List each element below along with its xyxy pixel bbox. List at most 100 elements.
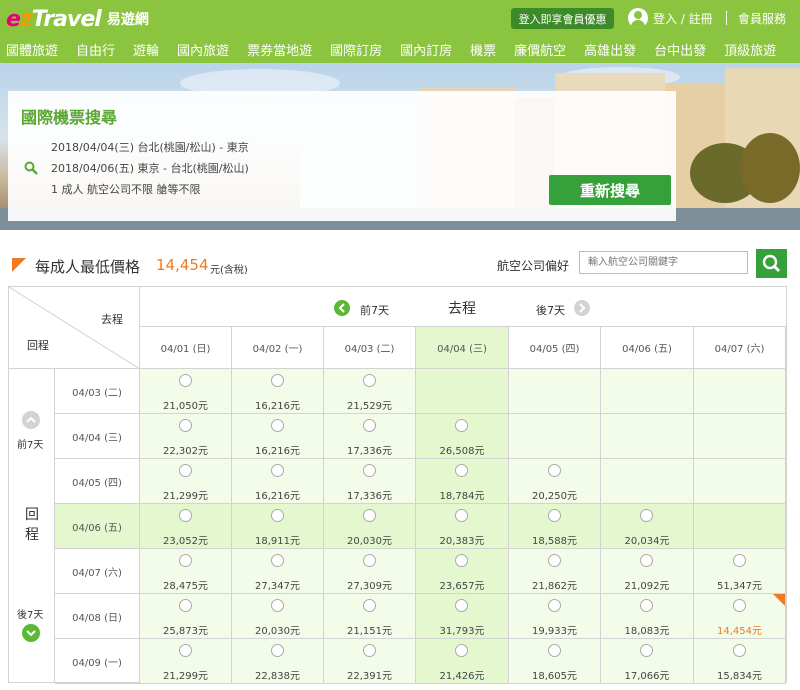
fare-radio[interactable]: [455, 419, 468, 432]
nav-item-flights[interactable]: 機票: [470, 40, 496, 59]
nav-item-independent[interactable]: 自由行: [76, 40, 115, 59]
nav-item-taichung[interactable]: 台中出發: [654, 40, 706, 59]
nav-item-tickets[interactable]: 票券當地遊: [247, 40, 312, 59]
fare-cell[interactable]: 23,657元: [416, 549, 509, 594]
fare-radio[interactable]: [362, 419, 376, 432]
fare-radio[interactable]: [270, 464, 284, 477]
fare-radio[interactable]: [640, 644, 653, 657]
fare-cell[interactable]: 20,034元: [601, 504, 694, 549]
fare-cell[interactable]: 15,834元: [694, 639, 786, 684]
nav-item-domestic-tour[interactable]: 國內旅遊: [177, 40, 229, 59]
fare-cell[interactable]: 20,030元: [324, 504, 416, 549]
fare-radio[interactable]: [732, 644, 746, 657]
fare-cell[interactable]: 21,529元: [324, 369, 416, 414]
ez-travel-logo[interactable]: ezTravel 易遊網: [6, 5, 149, 33]
fare-radio[interactable]: [178, 599, 192, 612]
fare-radio[interactable]: [270, 599, 284, 612]
fare-radio[interactable]: [270, 644, 284, 657]
fare-radio[interactable]: [362, 554, 376, 567]
next-7-days-button[interactable]: [574, 300, 590, 316]
member-offer-button[interactable]: 登入即享會員優惠: [511, 8, 614, 29]
fare-radio[interactable]: [362, 464, 376, 477]
fare-cell[interactable]: 21,862元: [509, 549, 601, 594]
fare-cell[interactable]: 18,784元: [416, 459, 509, 504]
fare-radio[interactable]: [547, 644, 561, 657]
fare-radio[interactable]: [178, 419, 192, 432]
fare-cell[interactable]: 17,336元: [324, 414, 416, 459]
fare-radio[interactable]: [455, 644, 468, 657]
fare-cell[interactable]: 21,050元: [140, 369, 232, 414]
fare-radio[interactable]: [362, 644, 376, 657]
prev-7-days-button[interactable]: [334, 300, 350, 316]
fare-radio[interactable]: [270, 374, 284, 387]
fare-radio[interactable]: [732, 599, 746, 612]
fare-cell[interactable]: 21,426元: [416, 639, 509, 684]
fare-cell[interactable]: 23,052元: [140, 504, 232, 549]
fare-cell[interactable]: 21,299元: [140, 639, 232, 684]
fare-radio[interactable]: [547, 599, 561, 612]
fare-cell[interactable]: 20,250元: [509, 459, 601, 504]
airline-search-button[interactable]: [756, 249, 787, 278]
fare-cell[interactable]: 27,347元: [232, 549, 324, 594]
fare-radio[interactable]: [640, 554, 653, 567]
fare-cell[interactable]: 17,336元: [324, 459, 416, 504]
fare-radio[interactable]: [547, 464, 561, 477]
fare-cell[interactable]: 22,391元: [324, 639, 416, 684]
fare-radio[interactable]: [270, 554, 284, 567]
fare-radio[interactable]: [547, 509, 561, 522]
airline-search-input[interactable]: [579, 251, 748, 274]
fare-cell[interactable]: 16,216元: [232, 414, 324, 459]
fare-radio[interactable]: [547, 554, 561, 567]
nav-item-intl-hotel[interactable]: 國際訂房: [330, 40, 382, 59]
member-service-link[interactable]: 會員服務: [738, 10, 786, 27]
nav-item-kaohsiung[interactable]: 高雄出發: [584, 40, 636, 59]
fare-cell[interactable]: 21,151元: [324, 594, 416, 639]
fare-cell[interactable]: 17,066元: [601, 639, 694, 684]
fare-cell[interactable]: 27,309元: [324, 549, 416, 594]
fare-radio[interactable]: [455, 554, 468, 567]
nav-item-lcc[interactable]: 廉價航空: [514, 40, 566, 59]
fare-cell[interactable]: 28,475元: [140, 549, 232, 594]
fare-radio[interactable]: [362, 509, 376, 522]
fare-cell[interactable]: 22,838元: [232, 639, 324, 684]
fare-cell[interactable]: 18,588元: [509, 504, 601, 549]
fare-radio[interactable]: [270, 419, 284, 432]
fare-cell[interactable]: 21,092元: [601, 549, 694, 594]
prev-7-days-return-button[interactable]: [22, 411, 40, 429]
fare-radio[interactable]: [362, 599, 376, 612]
fare-cell[interactable]: 19,933元: [509, 594, 601, 639]
fare-radio[interactable]: [640, 599, 653, 612]
nav-item-luxury[interactable]: 頂級旅遊: [724, 40, 776, 59]
fare-cell[interactable]: 18,911元: [232, 504, 324, 549]
fare-radio[interactable]: [732, 554, 746, 567]
fare-radio[interactable]: [362, 374, 376, 387]
fare-cell[interactable]: 16,216元: [232, 369, 324, 414]
fare-cell[interactable]: 20,383元: [416, 504, 509, 549]
fare-cell[interactable]: 25,873元: [140, 594, 232, 639]
nav-item-group-tour[interactable]: 國體旅遊: [6, 40, 58, 59]
fare-cell[interactable]: 21,299元: [140, 459, 232, 504]
nav-item-domestic-hotel[interactable]: 國內訂房: [400, 40, 452, 59]
fare-radio[interactable]: [270, 509, 284, 522]
fare-radio[interactable]: [178, 644, 192, 657]
next-7-days-return-button[interactable]: [22, 624, 40, 642]
fare-radio[interactable]: [455, 509, 468, 522]
fare-radio[interactable]: [178, 374, 192, 387]
research-button[interactable]: 重新搜尋: [549, 175, 671, 205]
fare-cell[interactable]: 22,302元: [140, 414, 232, 459]
fare-radio[interactable]: [178, 509, 192, 522]
fare-radio[interactable]: [640, 509, 653, 522]
fare-radio[interactable]: [178, 464, 192, 477]
fare-cell[interactable]: 26,508元: [416, 414, 509, 459]
fare-cell[interactable]: 51,347元: [694, 549, 786, 594]
nav-item-cruise[interactable]: 遊輪: [133, 40, 159, 59]
prev-7-days-label[interactable]: 前7天: [360, 302, 389, 318]
fare-cell[interactable]: 16,216元: [232, 459, 324, 504]
fare-cell[interactable]: 14,454元: [694, 594, 786, 639]
fare-radio[interactable]: [455, 599, 468, 612]
fare-radio[interactable]: [178, 554, 192, 567]
fare-cell[interactable]: 18,083元: [601, 594, 694, 639]
fare-cell[interactable]: 20,030元: [232, 594, 324, 639]
fare-cell[interactable]: 31,793元: [416, 594, 509, 639]
fare-radio[interactable]: [455, 464, 468, 477]
